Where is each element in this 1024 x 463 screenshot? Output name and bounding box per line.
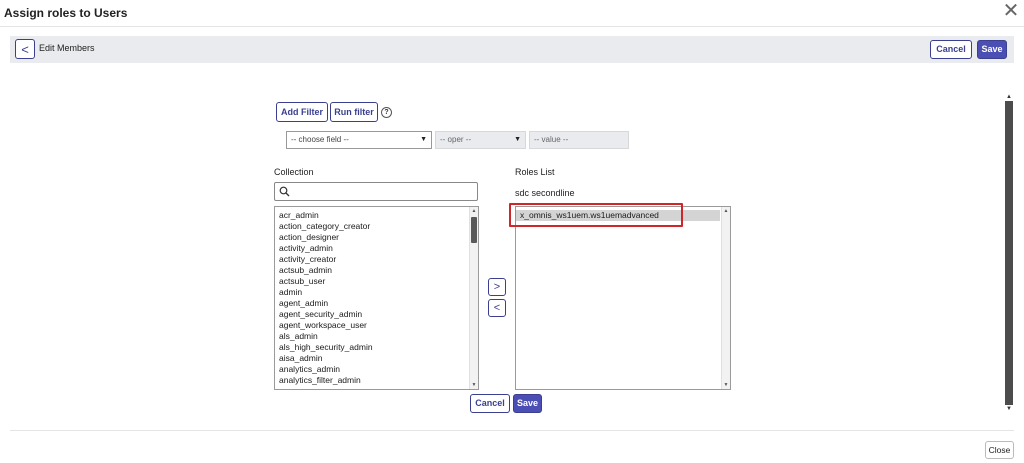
list-cancel-button[interactable]: Cancel [470, 394, 510, 413]
role-group-name: sdc secondline [515, 188, 575, 198]
highlight-annotation [509, 203, 683, 227]
save-button[interactable]: Save [977, 40, 1007, 59]
caret-down-icon: ▼ [514, 136, 521, 143]
collection-item[interactable]: als_high_security_admin [275, 342, 478, 353]
oper-select[interactable]: -- oper -- ▼ [435, 131, 526, 149]
field-select[interactable]: -- choose field -- ▼ [286, 131, 432, 149]
chevron-left-icon: < [21, 42, 29, 57]
collection-item[interactable]: aisa_admin [275, 353, 478, 364]
chevron-right-icon: > [493, 281, 501, 293]
collection-item[interactable]: analytics_admin [275, 364, 478, 375]
scroll-down-icon[interactable]: ▼ [470, 381, 478, 389]
collection-scroll-thumb[interactable] [471, 217, 477, 243]
collection-item[interactable]: activity_admin [275, 243, 478, 254]
collection-scrollbar[interactable]: ▲ ▼ [469, 207, 478, 389]
bottom-divider [10, 430, 1014, 431]
main-scroll-thumb[interactable] [1005, 101, 1013, 405]
dialog-title: Assign roles to Users [4, 6, 128, 20]
collection-label: Collection [274, 167, 314, 177]
collection-item[interactable]: agent_admin [275, 298, 478, 309]
run-filter-button[interactable]: Run filter [330, 102, 378, 122]
list-save-button[interactable]: Save [513, 394, 542, 413]
page-title: Edit Members [39, 43, 95, 53]
back-button[interactable]: < [15, 39, 35, 59]
value-input[interactable]: -- value -- [529, 131, 629, 149]
search-icon [279, 186, 290, 197]
close-button[interactable]: Close [985, 441, 1014, 459]
collection-item[interactable]: acr_admin [275, 210, 478, 221]
add-role-button[interactable]: > [488, 278, 506, 296]
close-icon[interactable]: ✕ [1002, 1, 1020, 21]
cancel-button[interactable]: Cancel [930, 40, 972, 59]
caret-down-icon: ▼ [420, 136, 427, 143]
question-circle-icon[interactable]: ? [381, 107, 392, 118]
collection-search-input[interactable] [274, 182, 478, 201]
scroll-up-icon[interactable]: ▲ [1005, 93, 1013, 101]
collection-item[interactable]: action_designer [275, 232, 478, 243]
collection-item[interactable]: admin [275, 287, 478, 298]
collection-item[interactable]: action_category_creator [275, 221, 478, 232]
scroll-down-icon[interactable]: ▼ [1005, 405, 1013, 413]
collection-item[interactable]: activity_creator [275, 254, 478, 265]
collection-list[interactable]: acr_admin action_category_creator action_d… [274, 206, 479, 390]
collection-item[interactable]: actsub_admin [275, 265, 478, 276]
collection-item[interactable]: agent_workspace_user [275, 320, 478, 331]
scroll-up-icon[interactable]: ▲ [722, 207, 730, 215]
main-scrollbar[interactable]: ▲ ▼ [1005, 93, 1013, 413]
header-bar [10, 36, 1014, 63]
chevron-left-icon: < [493, 302, 501, 314]
add-filter-button[interactable]: Add Filter [276, 102, 328, 122]
oper-select-value: -- oper -- [440, 135, 472, 144]
remove-role-button[interactable]: < [488, 299, 506, 317]
roles-scrollbar[interactable]: ▲ ▼ [721, 207, 730, 389]
title-divider [0, 26, 1024, 27]
collection-item[interactable]: actsub_user [275, 276, 478, 287]
roles-list-label: Roles List [515, 167, 555, 177]
collection-item[interactable]: analytics_filter_admin [275, 375, 478, 386]
collection-item[interactable]: als_admin [275, 331, 478, 342]
field-select-value: -- choose field -- [291, 135, 349, 144]
collection-item[interactable]: agent_security_admin [275, 309, 478, 320]
scroll-up-icon[interactable]: ▲ [470, 207, 478, 215]
roles-list[interactable]: x_omnis_ws1uem.ws1uemadvanced ▲ ▼ [515, 206, 731, 390]
scroll-down-icon[interactable]: ▼ [722, 381, 730, 389]
